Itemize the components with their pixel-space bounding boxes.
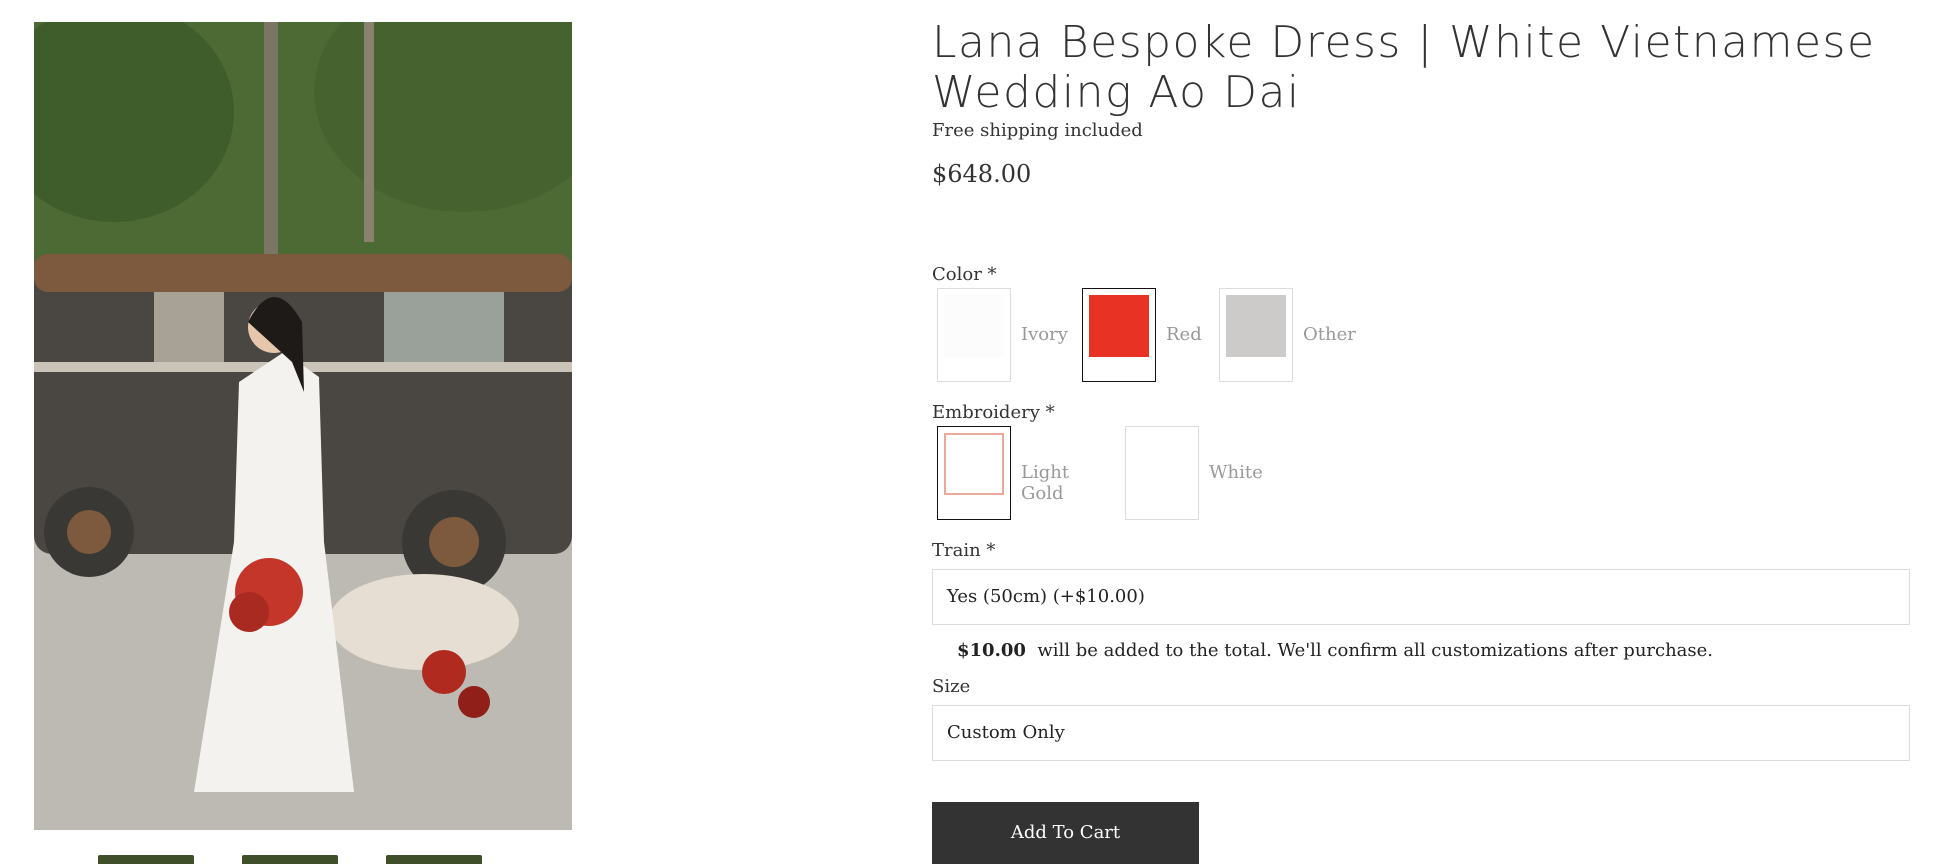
light-gold-chip (944, 433, 1004, 495)
add-to-cart-button[interactable]: Add To Cart (932, 802, 1199, 864)
size-select[interactable]: Custom Only (932, 705, 1910, 761)
thumbnail-3[interactable] (386, 855, 482, 864)
train-note-text: will be added to the total. We'll confir… (1037, 640, 1714, 661)
embroidery-label: Embroidery * (932, 402, 1055, 423)
thumbnail-1[interactable] (98, 855, 194, 864)
size-label: Size (932, 676, 971, 697)
color-name-other: Other (1303, 324, 1356, 345)
shipping-note: Free shipping included (932, 120, 1143, 141)
product-price: $648.00 (932, 160, 1032, 188)
product-photo (34, 22, 572, 830)
train-note-amount: $10.00 (957, 640, 1026, 661)
embroidery-name-white: White (1209, 462, 1263, 483)
color-name-red: Red (1166, 324, 1202, 345)
train-price-note: $10.00 will be added to the total. We'll… (957, 640, 1713, 661)
color-swatch-other[interactable] (1219, 288, 1293, 382)
thumbnail-strip (98, 855, 488, 864)
embroidery-swatch-light-gold[interactable] (937, 426, 1011, 520)
product-main-image[interactable] (34, 22, 572, 830)
train-select[interactable]: Yes (50cm) (+$10.00) (932, 569, 1910, 625)
color-name-ivory: Ivory (1021, 324, 1068, 345)
color-swatch-red[interactable] (1082, 288, 1156, 382)
thumbnail-2[interactable] (242, 855, 338, 864)
embroidery-swatch-white[interactable] (1125, 426, 1199, 520)
train-label: Train * (932, 540, 996, 561)
white-chip (1132, 433, 1192, 495)
product-title: Lana Bespoke Dress | White Vietnamese We… (932, 17, 1876, 118)
other-chip (1226, 295, 1286, 357)
embroidery-name-light-gold: Light Gold (1021, 462, 1070, 504)
color-label: Color * (932, 264, 997, 285)
red-chip (1089, 295, 1149, 357)
ivory-chip (944, 295, 1004, 357)
color-swatch-ivory[interactable] (937, 288, 1011, 382)
